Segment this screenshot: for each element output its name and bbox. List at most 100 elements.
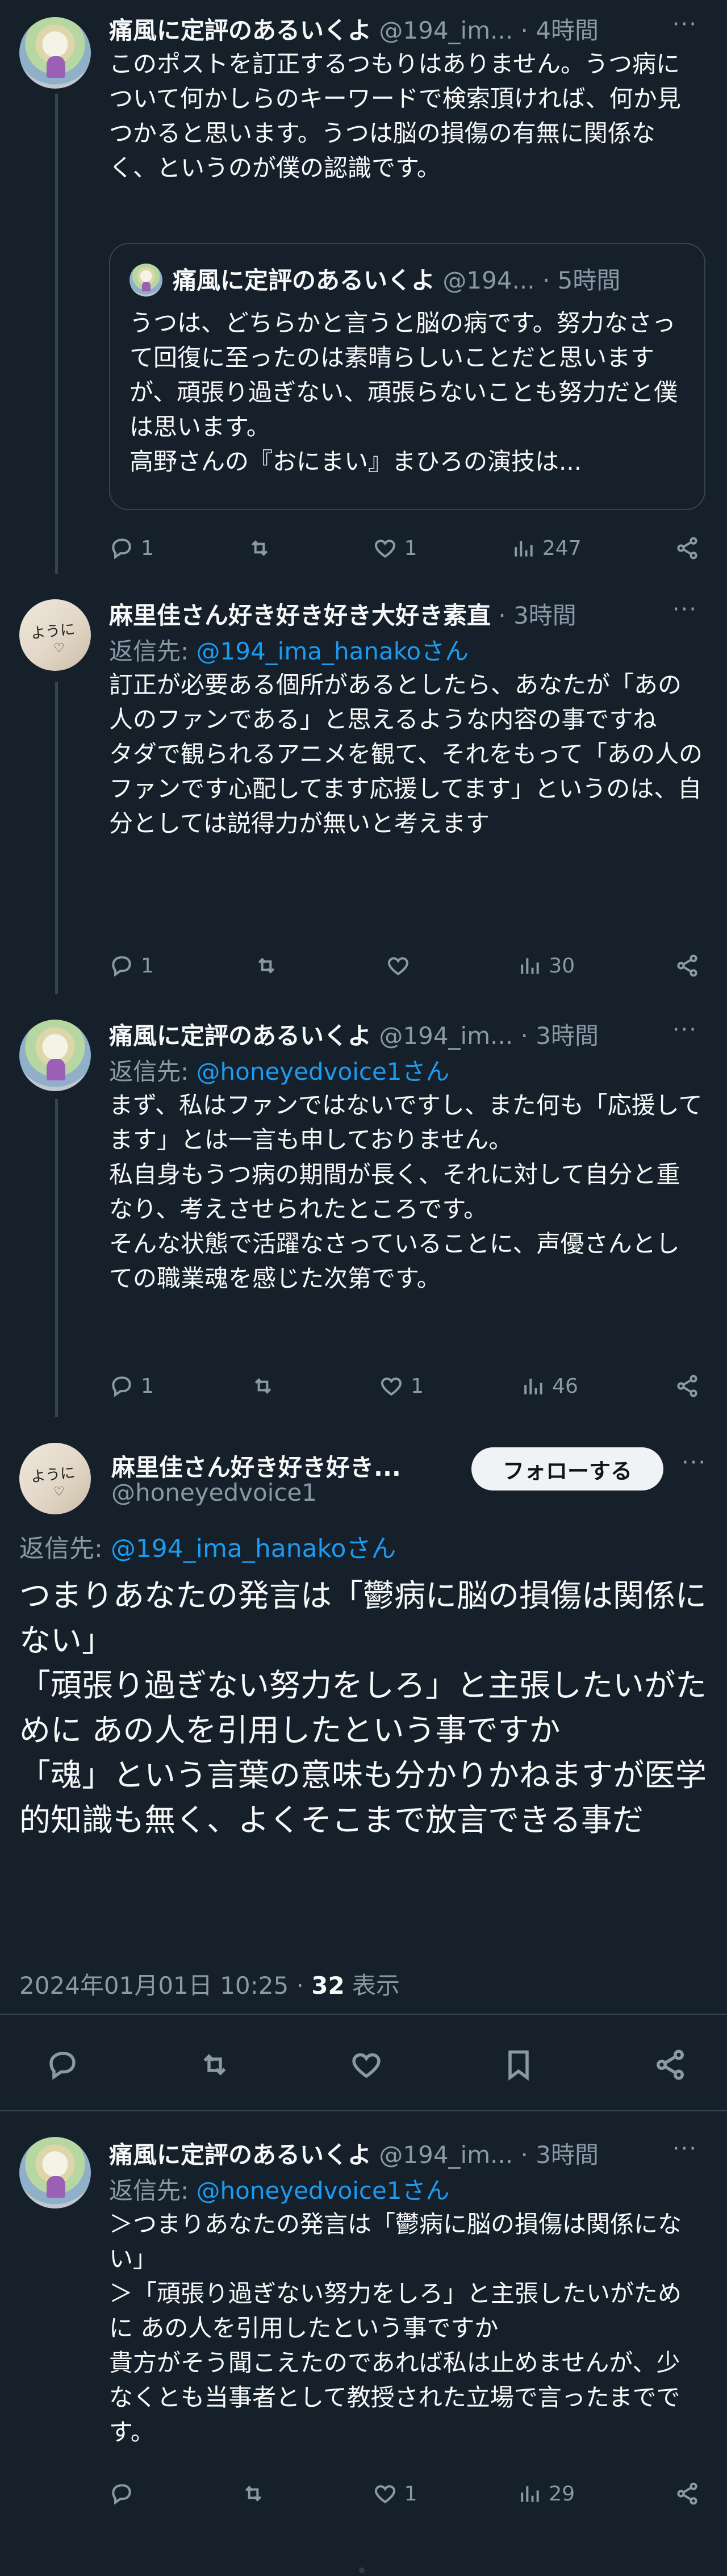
views-icon xyxy=(521,958,540,974)
more-options-icon[interactable]: ··· xyxy=(672,2136,697,2162)
tweet-text: ＞つまりあなたの発言は「鬱病に脳の損傷は関係にない」 ＞「頑張り過ぎない努力をし… xyxy=(109,2210,682,2446)
tweet-header: 麻里佳さん好き好き好き大好き素直 · 3時間 xyxy=(109,596,576,631)
share-button[interactable] xyxy=(675,536,700,561)
reply-to-link[interactable]: @honeyedvoice1さん xyxy=(197,2177,450,2205)
share-button[interactable] xyxy=(675,2481,700,2506)
follow-button[interactable]: フォローする xyxy=(471,1447,663,1491)
tweet-text: つまりあなたの発言は「鬱病に脳の損傷は関係にない」 「頑張り過ぎない努力をしろ」… xyxy=(19,1577,707,1838)
like-count: 1 xyxy=(404,536,417,560)
reply-label: 返信先: xyxy=(109,637,197,665)
reply-context: 返信先: @194_ima_hanakoさん xyxy=(109,632,469,667)
avatar[interactable] xyxy=(19,17,91,89)
reply-icon xyxy=(112,956,131,977)
share-icon xyxy=(677,1375,697,1397)
more-options-icon[interactable]: ··· xyxy=(672,596,697,623)
retweet-button[interactable] xyxy=(241,2481,273,2506)
tweet-meta: 2024年01月01日 10:25 · 32 表示 xyxy=(19,1967,400,2001)
views-button[interactable]: 29 xyxy=(517,2481,575,2506)
avatar[interactable]: ように ♡ xyxy=(19,1443,91,1514)
tweet[interactable]: 痛風に定評のあるいくよ @194_im... · 3時間 ··· 返信先: @h… xyxy=(0,994,727,1426)
like-button[interactable]: 1 xyxy=(373,2481,417,2506)
tweet[interactable]: 痛風に定評のあるいくよ @194_im... · 3時間 ··· 返信先: @h… xyxy=(0,2113,727,2562)
timestamp[interactable]: · 3時間 xyxy=(498,602,576,629)
avatar-heart-icon: ♡ xyxy=(53,641,65,656)
more-options-icon[interactable]: ··· xyxy=(682,1450,707,1476)
author-name[interactable]: 麻里佳さん好き好き好き... xyxy=(111,1448,401,1483)
tweet-header: 痛風に定評のあるいくよ @194_im... · 3時間 xyxy=(109,2136,599,2170)
tweet[interactable]: 痛風に定評のあるいくよ @194_im... · 4時間 ··· このポストを訂… xyxy=(0,0,727,574)
author-handle[interactable]: @194_im... xyxy=(379,2141,513,2169)
author-name[interactable]: 痛風に定評のあるいくよ xyxy=(109,1022,371,1050)
like-button[interactable]: 1 xyxy=(373,536,417,561)
reply-to-link[interactable]: @194_ima_hanakoさん xyxy=(197,637,469,665)
avatar[interactable]: ように ♡ xyxy=(19,599,91,671)
author-handle[interactable]: @honeyedvoice1 xyxy=(111,1479,317,1506)
tweet[interactable]: ように ♡ 麻里佳さん好き好き好き大好き素直 · 3時間 ··· 返信先: @1… xyxy=(0,574,727,994)
retweet-icon xyxy=(254,1378,271,1394)
like-icon[interactable] xyxy=(349,2048,383,2082)
more-options-icon[interactable]: ··· xyxy=(672,11,697,37)
quoted-tweet[interactable]: 痛風に定評のあるいくよ @194... · 5時間 うつは、どちらかと言うと脳の… xyxy=(109,243,705,510)
share-icon[interactable] xyxy=(653,2048,687,2082)
reply-button[interactable] xyxy=(109,2481,141,2506)
retweet-icon[interactable] xyxy=(198,2048,232,2082)
views-icon xyxy=(524,1379,542,1395)
reply-context: 返信先: @honeyedvoice1さん xyxy=(109,2172,450,2206)
share-button[interactable] xyxy=(675,953,700,978)
more-options-icon[interactable]: ··· xyxy=(672,1017,697,1043)
views-button[interactable]: 30 xyxy=(517,953,575,978)
reply-context: 返信先: @194_ima_hanakoさん xyxy=(19,1528,396,1564)
divider xyxy=(0,2014,727,2015)
avatar[interactable] xyxy=(19,2137,91,2208)
like-count: 1 xyxy=(404,2482,417,2506)
action-bar: 1 1 247 xyxy=(109,531,700,565)
retweet-button[interactable] xyxy=(254,953,286,978)
reply-button[interactable]: 1 xyxy=(109,536,154,561)
like-icon xyxy=(387,957,408,976)
tweet-text: 訂正が必要ある個所があるとしたら、あなたが「あの人のファンである」と思えるような… xyxy=(109,671,703,837)
scroll-indicator xyxy=(359,2567,365,2573)
retweet-icon xyxy=(252,540,268,556)
author-name[interactable]: 痛風に定評のあるいくよ xyxy=(109,2141,371,2169)
reply-icon xyxy=(112,1376,131,1397)
retweet-button[interactable] xyxy=(247,536,279,561)
reply-to-link[interactable]: @194_ima_hanakoさん xyxy=(111,1534,396,1563)
timestamp[interactable]: 2024年01月01日 10:25 · xyxy=(19,1972,311,1999)
views-button[interactable]: 46 xyxy=(520,1373,578,1398)
reply-icon xyxy=(112,538,131,560)
reply-button[interactable]: 1 xyxy=(109,1373,154,1398)
reply-count: 1 xyxy=(141,1374,154,1398)
author-name: 痛風に定評のあるいくよ xyxy=(173,266,436,294)
author-handle[interactable]: @194_im... xyxy=(379,16,513,44)
reply-count: 1 xyxy=(141,954,154,978)
like-icon xyxy=(374,2485,395,2504)
views-count: 247 xyxy=(542,536,582,560)
reply-icon xyxy=(112,2484,131,2505)
bookmark-icon[interactable] xyxy=(502,2048,536,2082)
author-name[interactable]: 痛風に定評のあるいくよ xyxy=(109,16,371,44)
views-count: 29 xyxy=(549,2482,575,2506)
action-bar xyxy=(45,2045,687,2085)
like-icon xyxy=(381,1377,402,1396)
author-handle[interactable]: @194_im... xyxy=(379,1022,513,1050)
views-count: 32 xyxy=(311,1972,345,1999)
share-button[interactable] xyxy=(675,1373,700,1398)
timestamp[interactable]: · 4時間 xyxy=(521,16,599,44)
tweet-header: 痛風に定評のあるいくよ @194_im... · 4時間 xyxy=(109,11,599,46)
reply-icon[interactable] xyxy=(45,2048,80,2082)
avatar[interactable] xyxy=(19,1020,91,1091)
timestamp[interactable]: · 3時間 xyxy=(521,2141,599,2169)
like-button[interactable] xyxy=(386,953,417,978)
like-button[interactable]: 1 xyxy=(379,1373,424,1398)
reply-button[interactable]: 1 xyxy=(109,953,154,978)
action-bar: 1 1 46 xyxy=(109,1369,700,1403)
timestamp[interactable]: · 3時間 xyxy=(521,1022,599,1050)
like-icon xyxy=(374,540,395,558)
reply-label: 返信先: xyxy=(19,1534,111,1563)
reply-to-link[interactable]: @honeyedvoice1さん xyxy=(197,1058,450,1085)
author-name[interactable]: 麻里佳さん好き好き好き大好き素直 xyxy=(109,602,491,629)
retweet-icon xyxy=(245,2486,262,2502)
avatar-heart-icon: ♡ xyxy=(53,1485,65,1499)
retweet-button[interactable] xyxy=(250,1373,282,1398)
views-button[interactable]: 247 xyxy=(511,536,582,561)
